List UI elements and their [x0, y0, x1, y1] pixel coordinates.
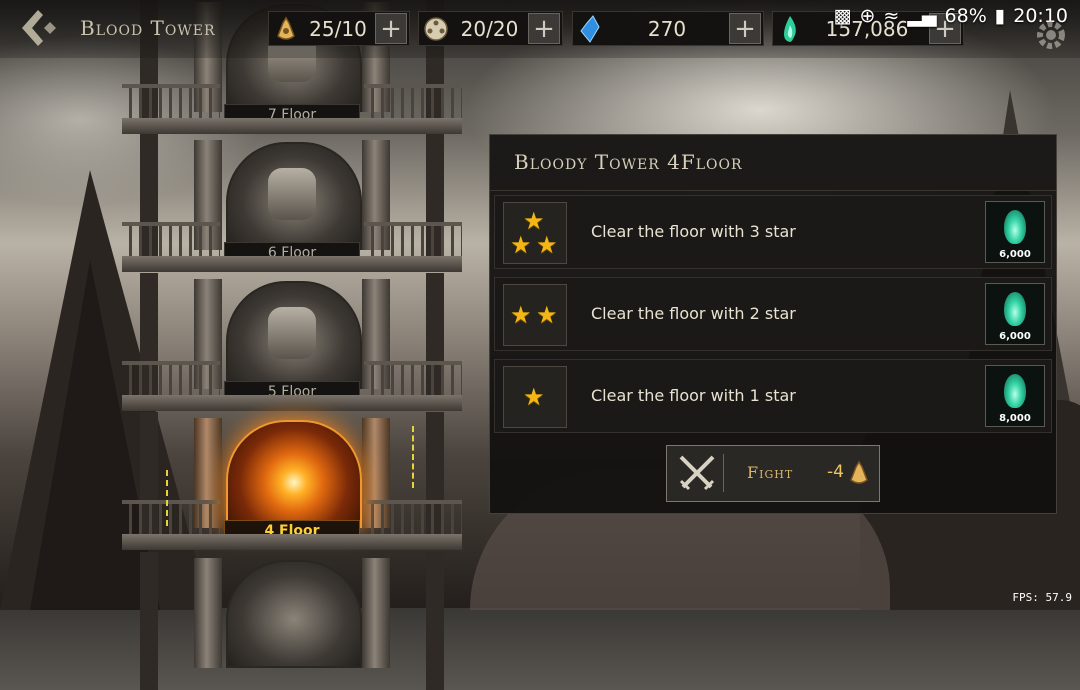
plus-icon: +: [533, 13, 555, 44]
fist-icon: [268, 168, 316, 220]
fight-cost: -4: [827, 462, 844, 482]
star-rating-box: ★ ★ ★: [503, 202, 567, 264]
star-icon: ★: [536, 301, 558, 329]
floor-door: [226, 560, 362, 668]
pillar: [194, 558, 222, 668]
mission-row: ★ Clear the floor with 1 star 8,000: [494, 359, 1052, 433]
tower: 7 Floor 6 Floor 5 Floor 4 Floor: [122, 0, 462, 690]
battery-percent: 68%: [944, 5, 987, 27]
floor-mission-panel: Bloody Tower 4Floor ★ ★ ★ Clear the floo…: [489, 134, 1057, 514]
green-flame-icon: [773, 12, 807, 45]
gear-icon[interactable]: [1034, 18, 1068, 52]
green-flame-icon: [1004, 292, 1026, 326]
fight-button[interactable]: Fight -4: [666, 445, 880, 502]
star-rating-box: ★ ★: [503, 284, 567, 346]
tower-floor-5[interactable]: 5 Floor: [122, 273, 462, 411]
balcony-rail: [122, 500, 220, 536]
reward-amount: 6,000: [999, 249, 1031, 260]
battery-icon: ▮: [994, 5, 1006, 27]
data-saver-icon: ⊕: [859, 5, 876, 27]
blue-crystal-icon: [573, 12, 607, 45]
add-stamina-button[interactable]: +: [375, 13, 407, 44]
star-icon: ★: [536, 231, 558, 259]
mission-reward[interactable]: 6,000: [985, 201, 1045, 263]
plus-icon: +: [380, 13, 402, 44]
star-icon: ★: [523, 207, 545, 235]
balcony-rail: [364, 84, 462, 120]
sparkle-trail: [166, 470, 168, 526]
resource-value: 270: [647, 16, 687, 41]
battery-saver-icon: ▩: [833, 5, 852, 27]
back-arrow-icon: [22, 10, 56, 46]
plus-icon: +: [734, 13, 756, 44]
green-flame-icon: [1004, 210, 1026, 244]
floor-ledge: [122, 118, 462, 134]
balcony-rail: [122, 361, 220, 397]
system-status-bar: ▩ ⊕ ≈ ▂▄ 68% ▮ 20:10: [834, 5, 1069, 27]
tower-wall: [140, 552, 158, 690]
fight-label: Fight: [747, 463, 794, 482]
star-rating-box: ★: [503, 366, 567, 428]
floor-ledge: [122, 395, 462, 411]
balcony-rail: [122, 84, 220, 120]
mission-reward[interactable]: 6,000: [985, 283, 1045, 345]
mission-text: Clear the floor with 2 star: [591, 304, 796, 323]
crossed-swords-icon: [679, 455, 715, 491]
signal-icon: ▂▄: [907, 5, 937, 27]
mission-text: Clear the floor with 3 star: [591, 222, 796, 241]
balcony-rail: [122, 222, 220, 258]
pillar: [362, 558, 390, 668]
balcony-rail: [364, 222, 462, 258]
add-tickets-button[interactable]: +: [528, 13, 560, 44]
resource-value: 20/20: [460, 16, 519, 41]
wifi-icon: ≈: [883, 5, 900, 27]
star-icon: ★: [510, 301, 532, 329]
tower-wall: [426, 552, 444, 690]
panel-header: Bloody Tower 4Floor: [490, 135, 1056, 191]
fist-icon: [268, 307, 316, 359]
green-flame-icon: [1004, 374, 1026, 408]
resource-stamina: 25/10 +: [268, 11, 410, 46]
add-crystal-button[interactable]: +: [729, 13, 761, 44]
horn-icon: [850, 460, 868, 484]
mission-reward[interactable]: 8,000: [985, 365, 1045, 427]
screen-title: Blood Tower: [80, 16, 216, 40]
back-button[interactable]: [16, 8, 60, 48]
resource-value: 25/10: [309, 16, 367, 41]
star-icon: ★: [523, 383, 545, 411]
fps-counter: FPS: 57.9: [1012, 591, 1072, 604]
balcony-rail: [364, 361, 462, 397]
reward-amount: 8,000: [999, 413, 1031, 424]
floor-ledge: [122, 534, 462, 550]
tower-floor-4[interactable]: 4 Floor: [122, 412, 462, 550]
divider: [723, 454, 724, 492]
panel-title: Bloody Tower 4Floor: [514, 150, 743, 174]
glowing-portal-icon: [226, 420, 362, 528]
sparkle-trail: [412, 426, 414, 488]
top-bar: Blood Tower 25/10 + 20/20 + 270 + 157,08…: [0, 0, 1080, 58]
horn-icon: [269, 12, 303, 45]
mission-row: ★ ★ ★ Clear the floor with 3 star 6,000: [494, 195, 1052, 269]
balcony-rail: [364, 500, 462, 536]
tower-floor-6[interactable]: 6 Floor: [122, 134, 462, 272]
resource-tickets: 20/20 +: [418, 11, 563, 46]
tower-floor-3: [122, 552, 462, 690]
film-reel-icon: [419, 12, 453, 45]
star-icon: ★: [510, 231, 532, 259]
floor-ledge: [122, 256, 462, 272]
mission-row: ★ ★ Clear the floor with 2 star 6,000: [494, 277, 1052, 351]
resource-blue-crystal: 270 +: [572, 11, 764, 46]
mission-text: Clear the floor with 1 star: [591, 386, 796, 405]
reward-amount: 6,000: [999, 331, 1031, 342]
